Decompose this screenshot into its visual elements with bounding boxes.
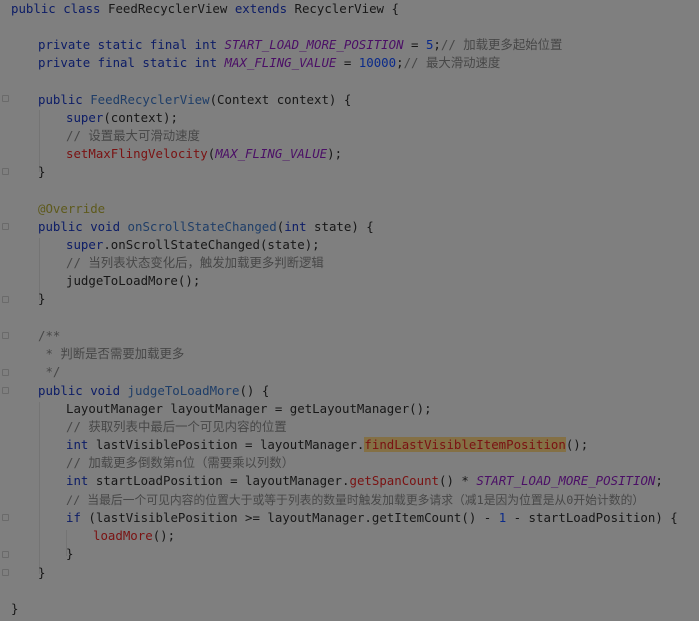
fold-icon[interactable]: [2, 569, 9, 576]
fold-icon[interactable]: [2, 95, 9, 102]
code-line-if-statement: if (lastVisiblePosition >= layoutManager…: [66, 510, 678, 525]
code-line-comment: // 加载更多倒数第n位（需要乘以列数）: [66, 455, 295, 470]
fold-icon[interactable]: [2, 514, 9, 521]
code-line-constructor: public FeedRecyclerView(Context context)…: [38, 92, 352, 107]
code-line-javadoc-end: */: [38, 364, 61, 379]
code-line-judge-call: judgeToLoadMore();: [66, 273, 201, 288]
code-line-close-brace: }: [38, 565, 46, 580]
code-line-layout-manager: LayoutManager layoutManager = getLayoutM…: [66, 401, 432, 416]
code-line-class-close-brace: }: [11, 601, 19, 616]
code-line-javadoc-body: * 判断是否需要加载更多: [38, 346, 185, 361]
code-line-close-brace: }: [38, 164, 46, 179]
code-line-field-start-load: private static final int START_LOAD_MORE…: [38, 37, 563, 52]
code-line-super-on-scroll: super.onScrollStateChanged(state);: [66, 237, 320, 252]
code-line-judge-declaration: public void judgeToLoadMore() {: [38, 383, 270, 398]
fold-icon[interactable]: [2, 168, 9, 175]
code-line-annotation: @Override: [38, 201, 106, 216]
code-line-comment: // 获取列表中最后一个可见内容的位置: [66, 419, 287, 434]
code-line-start-load-position: int startLoadPosition = layoutManager.ge…: [66, 473, 663, 488]
indent-guide: [39, 402, 40, 574]
code-editor[interactable]: public class FeedRecyclerView extends Re…: [0, 0, 699, 621]
code-line-set-max-fling: setMaxFlingVelocity(MAX_FLING_VALUE);: [66, 146, 343, 161]
fold-icon[interactable]: [2, 332, 9, 339]
fold-icon[interactable]: [2, 223, 9, 230]
code-line-comment: // 当最后一个可见内容的位置大于或等于列表的数量时触发加载更多请求（减1是因为…: [66, 493, 645, 507]
fold-icon[interactable]: [2, 369, 9, 376]
fold-icon[interactable]: [2, 296, 9, 303]
code-line-close-brace: }: [66, 546, 74, 561]
code-line-load-more-call: loadMore();: [93, 528, 176, 543]
code-line-comment: // 设置最大可滑动速度: [66, 128, 200, 143]
usage-highlight[interactable]: findLastVisibleItemPosition: [364, 437, 566, 452]
code-line-javadoc-start: /**: [38, 328, 61, 343]
fold-icon[interactable]: [2, 387, 9, 394]
code-line-on-scroll-state-changed: public void onScrollStateChanged(int sta…: [38, 219, 374, 234]
fold-icon[interactable]: [2, 551, 9, 558]
code-line-last-visible-position: int lastVisiblePosition = layoutManager.…: [66, 437, 589, 452]
code-line-field-max-fling: private final static int MAX_FLING_VALUE…: [38, 55, 501, 70]
code-line-comment: // 当列表状态变化后，触发加载更多判断逻辑: [66, 255, 324, 270]
fold-gutter: [0, 0, 12, 621]
code-line-close-brace: }: [38, 291, 46, 306]
code-line-super-call: super(context);: [66, 110, 178, 125]
code-line-class-declaration: public class FeedRecyclerView extends Re…: [11, 1, 399, 16]
